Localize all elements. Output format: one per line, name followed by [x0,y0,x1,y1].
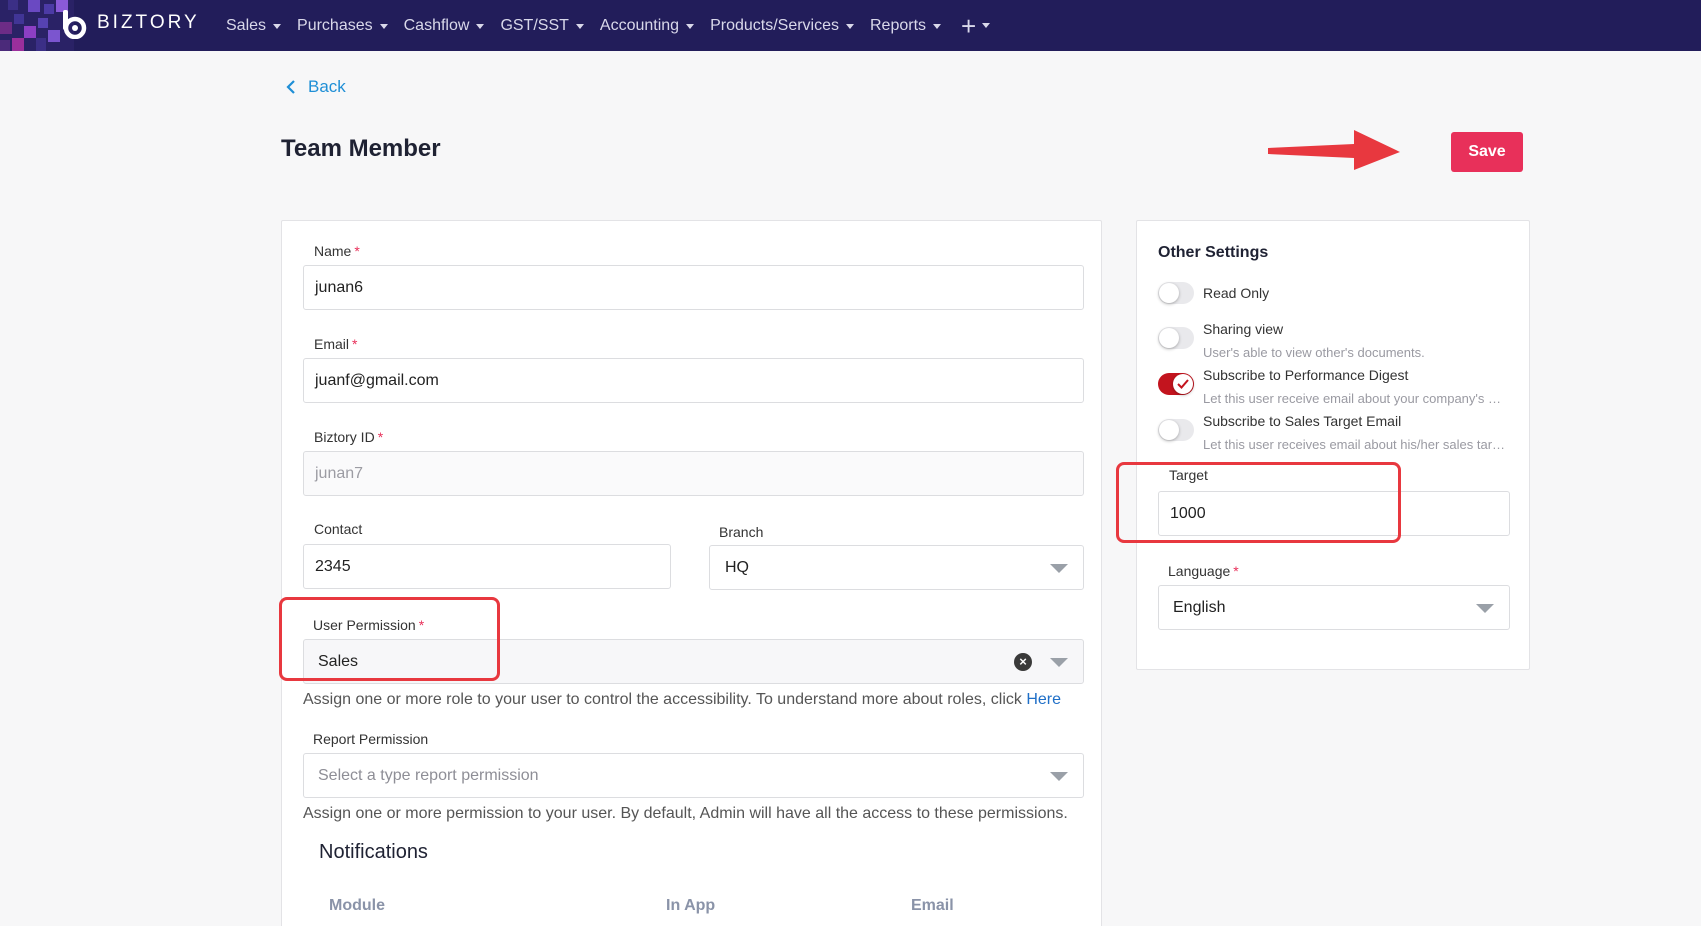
nav-quick-add[interactable]: + [961,10,991,41]
language-label: Language * [1168,563,1239,579]
chevron-down-icon [1050,564,1068,573]
report-permission-help: Assign one or more permission to your us… [303,805,1068,822]
nav-purchases[interactable]: Purchases [297,17,388,35]
chevron-down-icon [846,24,854,29]
toggle-knob [1159,420,1179,440]
main-menu: Sales Purchases Cashflow GST/SST Account… [226,0,991,51]
chevron-down-icon [379,24,388,29]
annotation-arrow-icon [1268,130,1400,170]
name-input[interactable]: junan6 [303,265,1084,310]
name-value: junan6 [315,278,364,296]
nav-accounting-label: Accounting [599,16,680,34]
nav-products-services[interactable]: Products/Services [710,17,854,35]
branch-value: HQ [725,558,749,576]
branch-select[interactable]: HQ [709,545,1084,590]
email-input[interactable]: juanf@gmail.com [303,358,1084,403]
chevron-down-icon [273,24,282,29]
nav-reports[interactable]: Reports [870,16,942,35]
team-member-form: Name * junan6 Email * juanf@gmail.com Bizt… [279,220,1102,926]
brand-name: BIZTORY [97,12,200,33]
top-navbar: BIZTORY Sales Purchases Cashflow GST/SST… [0,0,1701,51]
sales-target-email-description: Let this user receives email about his/h… [1203,437,1508,452]
nav-cashflow[interactable]: Cashflow [404,17,485,35]
nav-cashflow-label: Cashflow [403,16,470,34]
other-settings-title: Other Settings [1158,244,1269,261]
column-header-in-app: In App [666,897,716,914]
biztory-logo-icon [63,10,87,39]
contact-input[interactable]: 2345 [303,544,671,589]
name-label: Name * [314,243,360,259]
toggle-knob [1173,374,1193,394]
nav-sales-label: Sales [226,16,267,34]
chevron-down-icon [982,23,991,28]
user-permission-help: Assign one or more role to your user to … [303,691,1061,708]
read-only-toggle[interactable] [1158,282,1194,304]
column-header-module: Module [329,897,385,914]
other-settings-panel: Other Settings Read Only Sharing view Us… [1116,220,1530,670]
biztory-id-label: Biztory ID * [314,429,384,445]
biztory-id-input: junan7 [303,451,1084,496]
report-permission-placeholder: Select a type report permission [318,766,539,784]
sales-target-email-label: Subscribe to Sales Target Email [1203,413,1402,429]
email-value: juanf@gmail.com [315,371,439,389]
nav-sales[interactable]: Sales [226,16,282,35]
chevron-left-icon [286,80,295,94]
nav-products-services-label: Products/Services [710,16,839,34]
nav-gst-sst-label: GST/SST [500,16,569,34]
chevron-down-icon [686,24,695,29]
contact-value: 2345 [315,557,351,575]
check-icon [1177,379,1189,389]
sharing-view-description: User's able to view other's documents. [1203,345,1425,360]
chevron-down-icon [933,24,942,29]
clear-icon[interactable]: × [1014,653,1032,671]
chevron-down-icon [1476,604,1494,613]
save-button[interactable]: Save [1451,132,1523,172]
sales-target-email-toggle[interactable] [1158,419,1194,441]
performance-digest-description: Let this user receive email about your c… [1203,391,1508,406]
chevron-down-icon [476,24,485,29]
annotation-highlight [1116,462,1401,543]
roles-help-link[interactable]: Here [1026,691,1061,708]
column-header-email: Email [911,897,954,914]
branch-label: Branch [719,524,764,540]
notifications-title: Notifications [319,841,428,863]
chevron-down-icon [575,24,584,29]
back-label: Back [308,77,346,96]
toggle-knob [1159,283,1179,303]
report-permission-label: Report Permission [313,731,429,747]
sharing-view-label: Sharing view [1203,321,1284,337]
email-label: Email * [314,336,358,352]
contact-label: Contact [314,521,363,537]
language-value: English [1173,598,1226,616]
chevron-down-icon [1050,772,1068,781]
page-title: Team Member [281,135,441,162]
report-permission-select[interactable]: Select a type report permission [303,753,1084,798]
sharing-view-toggle[interactable] [1158,327,1194,349]
back-link[interactable]: Back [286,77,346,97]
nav-accounting[interactable]: Accounting [599,16,695,35]
nav-purchases-label: Purchases [297,16,373,34]
plus-icon: + [961,10,977,41]
nav-gst-sst[interactable]: GST/SST [500,16,584,35]
performance-digest-toggle[interactable] [1158,373,1194,395]
annotation-highlight [279,597,500,681]
language-select[interactable]: English [1158,585,1510,630]
biztory-id-value: junan7 [315,464,364,482]
toggle-knob [1159,328,1179,348]
performance-digest-label: Subscribe to Performance Digest [1203,367,1409,383]
read-only-label: Read Only [1203,285,1270,301]
nav-reports-label: Reports [870,16,927,34]
chevron-down-icon [1050,658,1068,667]
brand-logo[interactable]: BIZTORY [0,0,226,51]
